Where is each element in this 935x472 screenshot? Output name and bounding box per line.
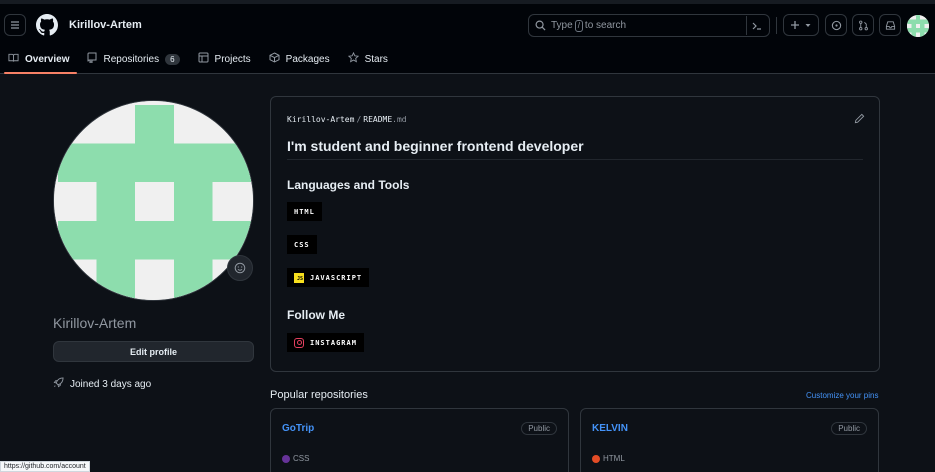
edit-profile-button[interactable]: Edit profile [53,341,254,362]
command-palette-icon[interactable] [746,16,766,35]
plus-icon [791,21,799,29]
html-badge: HTML [287,202,322,221]
search-placeholder-suffix: to search [584,20,627,31]
readme-heading: I'm student and beginner frontend develo… [287,138,863,160]
search-placeholder-prefix: Type [551,20,573,31]
repositories-count-badge: 6 [165,53,180,65]
javascript-logo-icon: JS [294,272,304,283]
star-icon [347,51,359,66]
tab-repositories-label: Repositories [103,53,160,65]
instagram-badge[interactable]: INSTAGRAM [287,333,364,352]
search-shortcut-key: / [574,19,583,32]
readme-path: Kirillov-Artem / README.md [287,115,407,124]
readme-file-ext: .md [392,115,407,124]
instagram-badge-label: INSTAGRAM [310,338,357,347]
readme-card: Kirillov-Artem / README.md I'm student and… [270,96,880,372]
profile-username: Kirillov-Artem [53,315,137,331]
pull-requests-button[interactable] [852,14,874,36]
tab-packages[interactable]: Packages [261,44,338,74]
tab-repositories[interactable]: Repositories 6 [79,44,187,74]
inbox-icon [885,20,895,30]
javascript-badge-label: JAVASCRIPT [310,273,363,282]
tab-stars[interactable]: Stars [340,44,396,74]
issues-button[interactable] [825,14,847,36]
instagram-logo-icon [294,337,304,348]
smiley-icon [234,262,246,274]
book-icon [8,53,19,66]
git-pull-request-icon [858,20,868,30]
repo-icon [87,52,97,66]
tab-overview[interactable]: Overview [0,44,78,74]
create-new-button[interactable] [783,14,819,36]
repo-name-link[interactable]: GoTrip [282,423,314,434]
css-badge: CSS [287,235,317,254]
tab-projects[interactable]: Projects [190,44,259,74]
header-separator [776,17,777,34]
pencil-icon [854,113,865,124]
language-color-dot [282,454,290,463]
set-status-button[interactable] [227,255,253,281]
top-header: Kirillov-Artem Type / to search Overview… [0,0,935,74]
readme-file-name[interactable]: README [363,115,392,124]
package-icon [269,52,280,66]
languages-heading: Languages and Tools [287,178,410,192]
github-logo-icon[interactable] [36,14,58,36]
search-input[interactable]: Type / to search [528,14,770,37]
edit-readme-button[interactable] [854,113,865,127]
browser-strip [0,0,935,4]
menu-icon [11,21,19,29]
html-badge-label: HTML [294,207,315,216]
repo-name-link[interactable]: KELVIN [592,423,628,434]
repo-language: HTML [592,454,625,463]
header-username[interactable]: Kirillov-Artem [69,19,142,31]
visibility-badge: Public [831,422,867,435]
tab-stars-label: Stars [364,53,388,65]
search-icon [535,20,546,31]
issue-opened-icon [831,20,841,30]
rocket-icon [53,377,64,391]
repo-language: CSS [282,454,309,463]
joined-text: Joined 3 days ago [70,378,152,390]
hamburger-menu-button[interactable] [4,14,26,36]
repo-language-label: HTML [603,454,625,463]
css-badge-label: CSS [294,240,310,249]
visibility-badge: Public [521,422,557,435]
popular-repos-title: Popular repositories [270,389,368,401]
user-avatar-small[interactable] [907,15,929,37]
language-color-dot [592,454,600,463]
inbox-button[interactable] [879,14,901,36]
browser-status-url: https://github.com/account [0,461,90,472]
readme-path-separator: / [356,115,362,124]
tab-projects-label: Projects [214,53,251,65]
customize-pins-link[interactable]: Customize your pins [806,391,878,400]
follow-heading: Follow Me [287,308,345,322]
profile-tabs: Overview Repositories 6 Projects Package… [0,44,398,74]
javascript-badge: JS JAVASCRIPT [287,268,370,287]
repo-card: KELVIN Public HTML [580,408,879,472]
profile-avatar[interactable] [53,100,254,301]
readme-owner-link[interactable]: Kirillov-Artem [287,115,354,124]
tab-overview-label: Overview [25,53,70,65]
tab-packages-label: Packages [285,53,330,65]
table-icon [198,52,209,66]
joined-info: Joined 3 days ago [53,377,151,391]
triangle-down-icon [805,24,811,27]
repo-card: GoTrip Public CSS [270,408,569,472]
repo-language-label: CSS [293,454,310,463]
